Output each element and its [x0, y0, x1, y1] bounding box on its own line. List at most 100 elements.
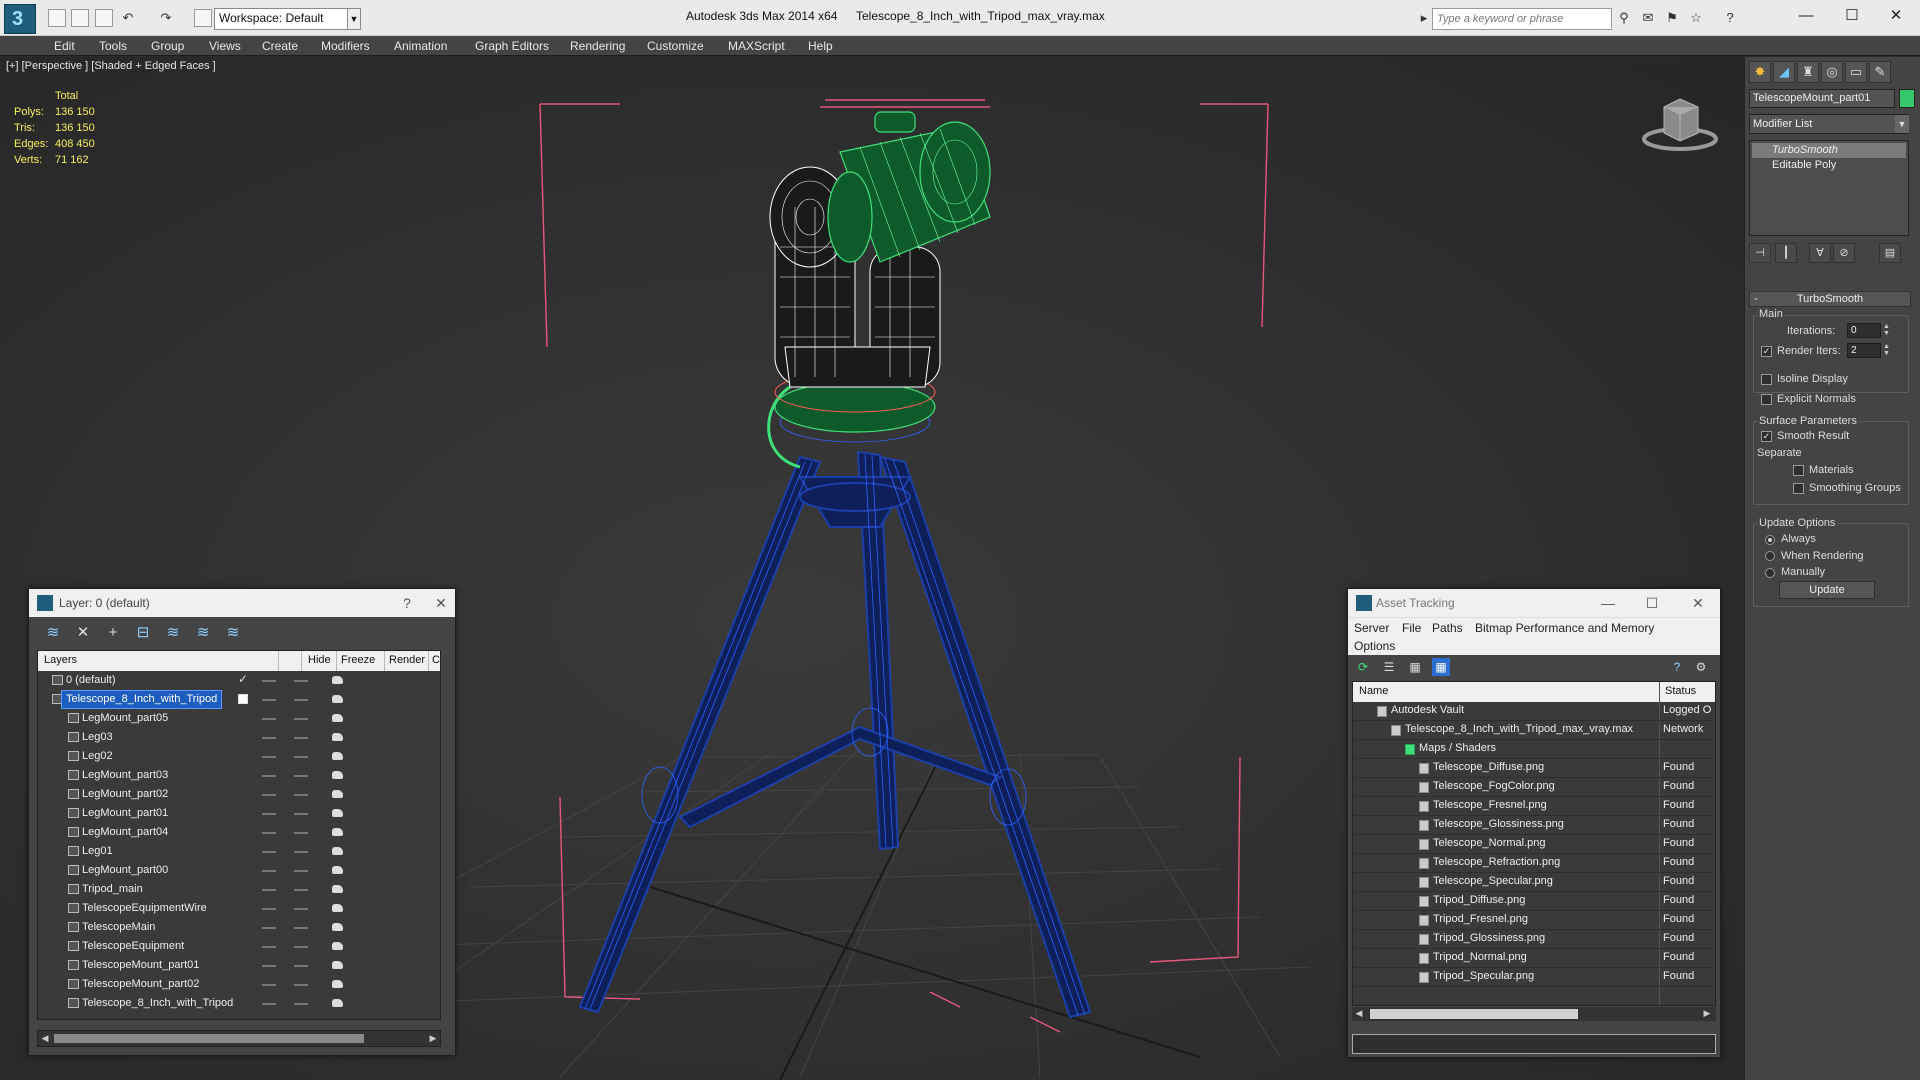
layer-row[interactable]: Leg03: [38, 728, 440, 747]
render-teapot-icon[interactable]: [332, 790, 343, 798]
display-tab-icon[interactable]: ▭: [1845, 61, 1867, 83]
communication-icon[interactable]: ⚑: [1664, 10, 1680, 26]
object-name-field[interactable]: TelescopeMount_part01: [1749, 89, 1895, 108]
asset-row[interactable]: Autodesk Vault Logged O: [1353, 702, 1715, 721]
render-teapot-icon[interactable]: [332, 847, 343, 855]
set-current-box[interactable]: [238, 694, 248, 704]
hide-toggle[interactable]: [262, 851, 276, 853]
explicit-normals-checkbox[interactable]: [1761, 394, 1772, 405]
layer-name[interactable]: Telescope_8_Inch_with_Tripod: [78, 995, 237, 1012]
hide-toggle[interactable]: [262, 813, 276, 815]
layer-name[interactable]: TelescopeEquipment: [78, 938, 188, 955]
help-icon[interactable]: ?: [1668, 658, 1686, 676]
smoothing-groups-checkbox[interactable]: [1793, 483, 1804, 494]
when-rendering-radio[interactable]: [1765, 551, 1775, 561]
modifier-list-select[interactable]: Modifier List: [1749, 114, 1909, 134]
col-layers[interactable]: Layers: [44, 654, 77, 666]
maximize-icon[interactable]: ☐: [1642, 593, 1662, 613]
layer-row[interactable]: 0 (default) ✓: [38, 671, 440, 690]
freeze-toggle[interactable]: [294, 927, 308, 929]
render-teapot-icon[interactable]: [332, 923, 343, 931]
hide-toggle[interactable]: [262, 680, 276, 682]
freeze-toggle[interactable]: [294, 794, 308, 796]
asset-row[interactable]: Tripod_Normal.png Found: [1353, 949, 1715, 968]
hide-toggle[interactable]: [262, 756, 276, 758]
layer-row[interactable]: Tripod_main: [38, 880, 440, 899]
manually-radio[interactable]: [1765, 568, 1775, 578]
layer-row[interactable]: LegMount_part05: [38, 709, 440, 728]
menu-edit[interactable]: Edit: [54, 39, 75, 53]
minimize-button[interactable]: —: [1786, 4, 1826, 28]
asset-row[interactable]: Tripod_Specular.png Found: [1353, 968, 1715, 987]
layer-row[interactable]: Leg02: [38, 747, 440, 766]
asset-row[interactable]: Maps / Shaders: [1353, 740, 1715, 759]
layer-row[interactable]: LegMount_part01: [38, 804, 440, 823]
settings-icon[interactable]: ⚙: [1692, 658, 1710, 676]
asset-row[interactable]: Telescope_Diffuse.png Found: [1353, 759, 1715, 778]
asset-menu-paths[interactable]: Paths: [1432, 621, 1463, 635]
layer-horizontal-scrollbar[interactable]: ◀ ▶: [37, 1030, 441, 1047]
render-teapot-icon[interactable]: [332, 809, 343, 817]
freeze-toggle[interactable]: [294, 889, 308, 891]
asset-horizontal-scrollbar[interactable]: ◀ ▶: [1352, 1007, 1716, 1021]
show-end-result-icon[interactable]: ┃: [1775, 243, 1797, 263]
hide-toggle[interactable]: [262, 946, 276, 948]
maximize-button[interactable]: ☐: [1832, 4, 1872, 28]
create-tab-icon[interactable]: ✸: [1749, 61, 1771, 83]
menu-rendering[interactable]: Rendering: [570, 39, 625, 53]
hide-toggle[interactable]: [262, 832, 276, 834]
stack-item-turbosmooth[interactable]: TurboSmooth: [1752, 143, 1906, 158]
scrollbar-thumb[interactable]: [54, 1034, 364, 1043]
pin-stack-icon[interactable]: ⊣: [1749, 243, 1771, 263]
workspace-dropdown-icon[interactable]: ▼: [347, 8, 361, 30]
viewport-label[interactable]: [+] [Perspective ] [Shaded + Edged Faces…: [6, 60, 216, 72]
asset-menu-server[interactable]: Server: [1354, 621, 1389, 635]
freeze-toggle[interactable]: [294, 908, 308, 910]
render-iters-checkbox[interactable]: ✓: [1761, 346, 1772, 357]
freeze-toggle[interactable]: [294, 946, 308, 948]
viewcube-icon[interactable]: [1640, 87, 1720, 157]
menu-views[interactable]: Views: [209, 39, 241, 53]
render-teapot-icon[interactable]: [332, 752, 343, 760]
stack-item-editable-poly[interactable]: Editable Poly: [1752, 158, 1906, 173]
search-expand-icon[interactable]: ▸: [1416, 10, 1432, 26]
freeze-toggle[interactable]: [294, 775, 308, 777]
layer-name[interactable]: LegMount_part00: [78, 862, 172, 879]
layer-name[interactable]: TelescopeEquipmentWire: [78, 900, 211, 917]
hide-toggle[interactable]: [262, 794, 276, 796]
redo-icon[interactable]: ↷: [158, 10, 174, 26]
asset-path-field[interactable]: [1352, 1034, 1716, 1054]
layer-name[interactable]: LegMount_part03: [78, 767, 172, 784]
layer-name[interactable]: LegMount_part01: [78, 805, 172, 822]
freeze-toggle[interactable]: [294, 813, 308, 815]
update-button[interactable]: Update: [1779, 581, 1875, 599]
current-layer-check-icon[interactable]: ✓: [238, 672, 248, 686]
freeze-toggle[interactable]: [294, 737, 308, 739]
asset-row[interactable]: Tripod_Fresnel.png Found: [1353, 911, 1715, 930]
new-layer-icon[interactable]: ≋: [43, 623, 63, 643]
hide-unhide-all-icon[interactable]: ≋: [223, 623, 243, 643]
asset-row[interactable]: Telescope_Normal.png Found: [1353, 835, 1715, 854]
help-icon[interactable]: ?: [397, 593, 417, 613]
freeze-toggle[interactable]: [294, 984, 308, 986]
isoline-display-checkbox[interactable]: [1761, 374, 1772, 385]
layer-row[interactable]: LegMount_part03: [38, 766, 440, 785]
menu-tools[interactable]: Tools: [99, 39, 127, 53]
render-teapot-icon[interactable]: [332, 885, 343, 893]
layer-row[interactable]: TelescopeEquipment: [38, 937, 440, 956]
render-teapot-icon[interactable]: [332, 828, 343, 836]
asset-row[interactable]: Telescope_Fresnel.png Found: [1353, 797, 1715, 816]
hide-toggle[interactable]: [262, 737, 276, 739]
scroll-left-icon[interactable]: ◀: [1352, 1006, 1366, 1021]
freeze-toggle[interactable]: [294, 680, 308, 682]
save-file-icon[interactable]: [95, 9, 113, 27]
menu-graph-editors[interactable]: Graph Editors: [475, 39, 549, 53]
layer-name[interactable]: TelescopeMount_part02: [78, 976, 203, 993]
layer-name[interactable]: LegMount_part02: [78, 786, 172, 803]
minimize-icon[interactable]: —: [1598, 593, 1618, 613]
freeze-toggle[interactable]: [294, 1003, 308, 1005]
chevron-down-icon[interactable]: ▼: [1895, 115, 1909, 133]
delete-layer-icon[interactable]: ✕: [73, 623, 93, 643]
spinner-arrows-icon[interactable]: ▲ ▼: [1883, 343, 1891, 358]
freeze-toggle[interactable]: [294, 756, 308, 758]
